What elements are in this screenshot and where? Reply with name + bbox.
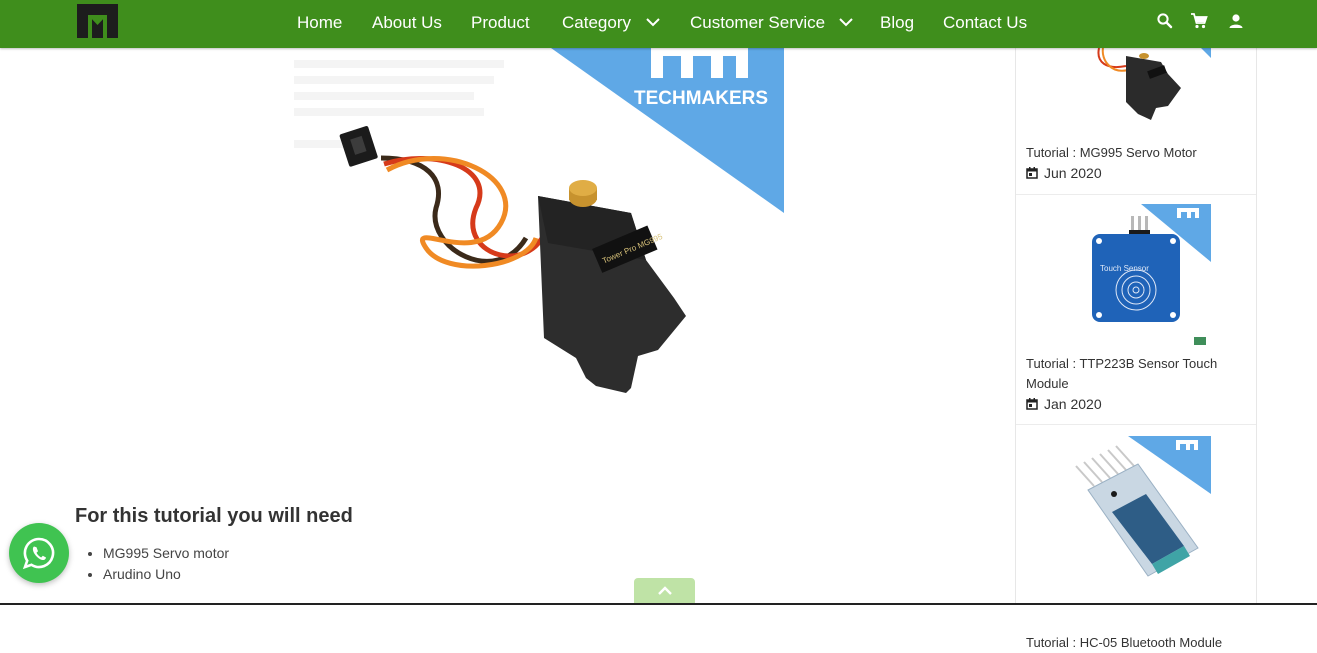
- top-navbar: Home About Us Product Category Customer …: [0, 0, 1317, 48]
- tutorial-card-ttp223b[interactable]: Touch Sensor Tutorial : TTP223B Sensor T…: [1016, 196, 1256, 425]
- hero-brand-text: TECHMAKERS: [634, 88, 768, 109]
- nav-product[interactable]: Product: [471, 12, 530, 34]
- nav-about-us[interactable]: About Us: [372, 12, 442, 34]
- site-logo[interactable]: [76, 3, 119, 39]
- tutorial-card-hc05[interactable]: Tutorial : HC-05 Bluetooth Module: [1016, 426, 1256, 650]
- nav-customer-service[interactable]: Customer Service: [690, 12, 825, 34]
- card-thumbnail-image: [1097, 48, 1211, 120]
- card-thumbnail-image: Touch Sensor: [1092, 204, 1211, 345]
- chevron-down-icon[interactable]: [839, 17, 853, 27]
- thumb-label-text: Touch Sensor: [1100, 264, 1149, 273]
- card-title[interactable]: Tutorial : MG995 Servo Motor: [1026, 143, 1248, 163]
- user-icon[interactable]: [1227, 12, 1245, 30]
- search-icon[interactable]: [1156, 12, 1174, 30]
- cart-icon[interactable]: [1190, 12, 1208, 30]
- tutorial-card-mg995[interactable]: Tutorial : MG995 Servo Motor Jun 2020: [1016, 48, 1256, 195]
- card-title[interactable]: Tutorial : TTP223B Sensor Touch Module: [1026, 354, 1248, 394]
- calendar-icon: [1026, 167, 1038, 179]
- list-item: MG995 Servo motor: [103, 543, 229, 564]
- card-date: Jun 2020: [1026, 165, 1102, 181]
- whatsapp-chat-button[interactable]: [9, 523, 69, 583]
- requirements-list: MG995 Servo motor Arudino Uno: [75, 543, 229, 585]
- chevron-up-icon: [658, 586, 672, 595]
- card-date: Jan 2020: [1026, 396, 1102, 412]
- section-heading: For this tutorial you will need: [75, 505, 353, 527]
- nav-category[interactable]: Category: [562, 12, 631, 34]
- related-tutorials-sidebar: Tutorial : MG995 Servo Motor Jun 2020 To…: [1015, 48, 1257, 650]
- whatsapp-icon: [22, 537, 55, 570]
- nav-blog[interactable]: Blog: [880, 12, 914, 34]
- nav-contact-us[interactable]: Contact Us: [943, 12, 1027, 34]
- card-thumbnail-image: [1075, 436, 1211, 577]
- card-date-text: Jun 2020: [1044, 165, 1102, 181]
- nav-home[interactable]: Home: [297, 12, 342, 34]
- servo-hero-image: TECHMAKERS Tower Pro MG995: [294, 48, 784, 393]
- card-date-text: Jan 2020: [1044, 396, 1102, 412]
- calendar-icon: [1026, 398, 1038, 410]
- chevron-down-icon[interactable]: [646, 17, 660, 27]
- list-item: Arudino Uno: [103, 564, 229, 585]
- back-to-top-button[interactable]: [634, 578, 695, 605]
- card-title[interactable]: Tutorial : HC-05 Bluetooth Module: [1026, 633, 1248, 653]
